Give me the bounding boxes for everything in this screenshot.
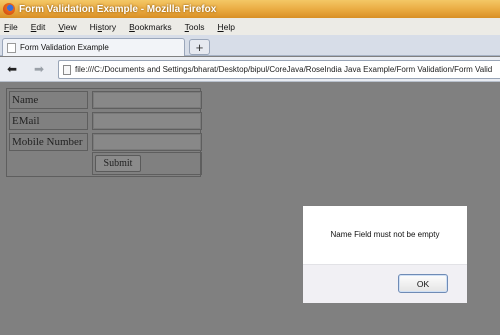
tab-label: Form Validation Example (20, 43, 109, 52)
mobile-input-cell (92, 133, 202, 151)
tab-form-validation[interactable]: Form Validation Example (2, 38, 185, 56)
menu-history[interactable]: History (90, 22, 116, 32)
submit-button[interactable]: Submit (95, 155, 141, 172)
tab-strip: Form Validation Example + (0, 35, 500, 56)
menu-file[interactable]: File (4, 22, 18, 32)
menu-bar: File Edit View History Bookmarks Tools H… (0, 18, 500, 35)
name-input-cell (92, 91, 202, 109)
email-input[interactable] (93, 113, 201, 129)
submit-cell: Submit (92, 152, 202, 175)
menu-tools[interactable]: Tools (185, 22, 205, 32)
alert-dialog: Name Field must not be empty OK (302, 205, 468, 303)
email-label: EMail (9, 112, 88, 130)
menu-help[interactable]: Help (217, 22, 234, 32)
ok-button[interactable]: OK (398, 274, 448, 293)
name-label: Name (9, 91, 88, 109)
menu-edit[interactable]: Edit (31, 22, 46, 32)
page-icon (63, 64, 71, 75)
mobile-number-input[interactable] (93, 134, 201, 150)
new-tab-button[interactable]: + (189, 39, 210, 55)
url-text[interactable]: file:///C:/Documents and Settings/bharat… (75, 65, 492, 74)
firefox-logo-icon (3, 3, 15, 15)
email-input-cell (92, 112, 202, 130)
window-titlebar: Form Validation Example - Mozilla Firefo… (0, 0, 500, 18)
alert-footer: OK (303, 264, 467, 303)
forward-arrow-icon[interactable]: ➡ (34, 62, 44, 76)
window-title: Form Validation Example - Mozilla Firefo… (19, 3, 217, 15)
alert-message: Name Field must not be empty (330, 230, 440, 239)
page-icon (7, 42, 16, 53)
back-arrow-icon[interactable]: ⬅ (7, 62, 17, 76)
navigation-bar: ⬅ ➡ file:///C:/Documents and Settings/bh… (0, 57, 500, 82)
menu-view[interactable]: View (58, 22, 76, 32)
mobile-number-label: Mobile Number (9, 133, 88, 151)
name-input[interactable] (93, 92, 201, 108)
form-table: Name EMail Mobile Number Submit (6, 88, 202, 177)
url-bar[interactable]: file:///C:/Documents and Settings/bharat… (58, 60, 500, 79)
menu-bookmarks[interactable]: Bookmarks (129, 22, 172, 32)
